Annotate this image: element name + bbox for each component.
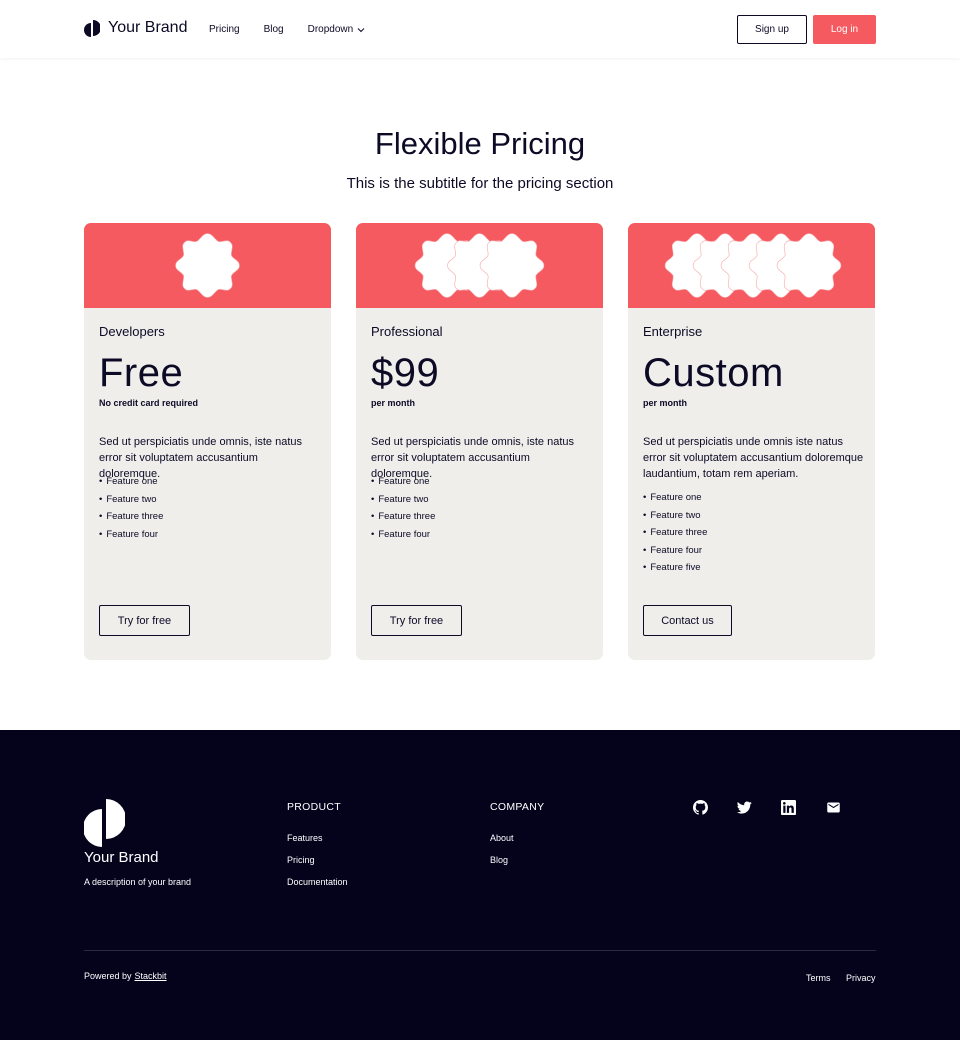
plan-note: per month [371, 398, 415, 408]
chevron-down-icon [357, 27, 365, 32]
card-banner [84, 223, 331, 308]
plan-description: Sed ut perspiciatis unde omnis iste natu… [643, 436, 864, 480]
feature-item: Feature four [643, 542, 707, 560]
card-banner [628, 223, 875, 308]
footer-link-privacy[interactable]: Privacy [846, 973, 876, 983]
feature-item: Feature five [643, 559, 707, 577]
plan-note: No credit card required [99, 398, 199, 408]
badge-icon [414, 233, 545, 298]
feature-item: Feature two [643, 507, 707, 525]
plan-name: Professional [371, 324, 443, 339]
card-banner [356, 223, 603, 308]
footer-link-terms[interactable]: Terms [806, 973, 831, 983]
feature-list: Feature one Feature two Feature three Fe… [371, 473, 435, 543]
feature-item: Feature one [99, 473, 163, 491]
plan-name: Developers [99, 324, 165, 339]
nav-item-dropdown[interactable]: Dropdown [308, 24, 366, 35]
linkedin-icon[interactable] [781, 800, 796, 815]
feature-item: Feature two [99, 491, 163, 509]
badge-icon [175, 233, 240, 298]
footer-link-features[interactable]: Features [287, 833, 323, 843]
site-header: Your Brand Pricing Blog Dropdown Sign up… [0, 0, 960, 58]
page-title: Flexible Pricing [374, 126, 586, 161]
try-free-button[interactable]: Try for free [99, 605, 190, 636]
footer-link-pricing[interactable]: Pricing [287, 855, 315, 865]
plan-name: Enterprise [643, 324, 703, 339]
brand-link[interactable]: Your Brand [84, 18, 187, 38]
plan-price: Custom [643, 351, 784, 395]
feature-item: Feature three [99, 508, 163, 526]
footer-product-title: PRODUCT [287, 801, 342, 813]
feature-item: Feature one [371, 473, 435, 491]
signup-button[interactable]: Sign up [737, 15, 807, 44]
try-free-button[interactable]: Try for free [371, 605, 462, 636]
badge-icon [664, 233, 842, 298]
main-nav: Pricing Blog Dropdown [209, 24, 389, 35]
footer-divider [84, 950, 876, 951]
feature-item: Feature three [371, 508, 435, 526]
mail-icon[interactable] [826, 800, 841, 815]
feature-list: Feature one Feature two Feature three Fe… [99, 473, 163, 543]
plan-note: per month [643, 398, 687, 408]
contact-us-button[interactable]: Contact us [643, 605, 732, 636]
feature-item: Feature one [643, 489, 707, 507]
login-button[interactable]: Log in [813, 15, 876, 44]
pricing-card-enterprise: Enterprise Custom per month Sed ut persp… [628, 223, 875, 660]
feature-list: Feature one Feature two Feature three Fe… [643, 489, 707, 577]
powered-by: Powered by Stackbit [84, 971, 167, 981]
github-icon[interactable] [693, 800, 708, 815]
brand-logo-icon [84, 20, 100, 37]
feature-item: Feature three [643, 524, 707, 542]
page-subtitle: This is the subtitle for the pricing sec… [346, 175, 614, 192]
powered-by-label: Powered by [84, 971, 132, 981]
footer-brand-description: A description of your brand [84, 877, 192, 887]
footer-company-links: About Blog [490, 833, 514, 877]
footer-link-about[interactable]: About [490, 833, 514, 843]
footer-company-title: COMPANY [490, 801, 545, 813]
feature-item: Feature four [99, 526, 163, 544]
feature-item: Feature two [371, 491, 435, 509]
footer-brand-logo-icon [84, 799, 125, 847]
stackbit-link[interactable]: Stackbit [135, 971, 167, 981]
site-footer: Your Brand A description of your brand P… [0, 730, 960, 1040]
footer-product-links: Features Pricing Documentation [287, 833, 348, 899]
nav-dropdown-label: Dropdown [307, 24, 354, 35]
footer-brand-name: Your Brand [84, 849, 159, 866]
plan-price: Free [99, 351, 184, 395]
twitter-icon[interactable] [737, 800, 752, 815]
brand-name: Your Brand [108, 19, 188, 36]
footer-link-blog[interactable]: Blog [490, 855, 508, 865]
footer-link-documentation[interactable]: Documentation [287, 877, 348, 887]
pricing-card-professional: Professional $99 per month Sed ut perspi… [356, 223, 603, 660]
feature-item: Feature four [371, 526, 435, 544]
plan-price: $99 [371, 351, 440, 395]
nav-item-blog[interactable]: Blog [264, 24, 284, 35]
pricing-card-developers: Developers Free No credit card required … [84, 223, 331, 660]
nav-item-pricing[interactable]: Pricing [209, 24, 240, 35]
